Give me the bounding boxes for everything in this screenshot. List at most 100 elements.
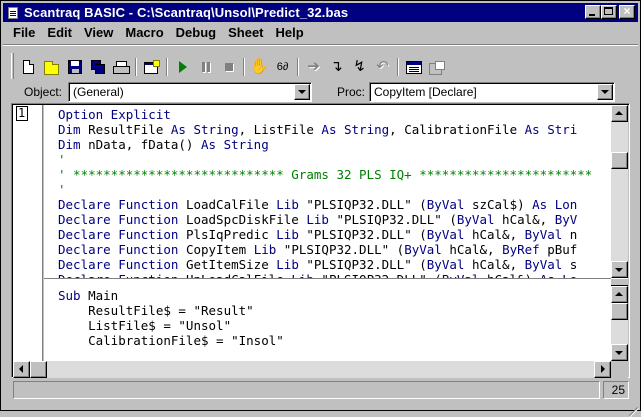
scrollbar-corner [611,361,628,378]
code-token: pBuf [539,242,578,257]
quick-watch-button[interactable]: 6∂ [271,56,294,78]
menu-sheet[interactable]: Sheet [222,24,269,42]
object-value: (General) [73,85,124,99]
main-window: Scantraq BASIC - C:\Scantraq\Unsol\Predi… [0,0,641,417]
scroll-thumb-horizontal[interactable] [30,361,47,378]
scroll-up-button[interactable] [611,286,628,303]
code-token: Lib [276,197,299,212]
code-line[interactable]: Dim nData, fData() As String [58,137,269,152]
user-dialog-button[interactable] [140,56,163,78]
save-all-button[interactable] [86,56,109,78]
object-dropdown[interactable]: (General) [68,82,312,102]
code-token: Dim [58,137,81,152]
pane-splitter[interactable] [44,278,611,286]
properties-button[interactable] [402,56,425,78]
menu-edit[interactable]: Edit [41,24,78,42]
code-line[interactable]: Sub Main [58,288,118,303]
code-line[interactable]: ' [58,182,66,197]
code-line[interactable]: Declare Function LoadSpcDiskFile Lib "PL… [58,212,577,227]
code-line[interactable]: ' **************************** Grams 32 … [58,167,592,182]
code-line[interactable]: Declare Function LoadCalFile Lib "PLSIQP… [58,197,577,212]
toggle-breakpoint-button[interactable]: ✋ [248,56,271,78]
app-document-icon[interactable] [6,6,20,20]
code-token: ResultFile [80,122,171,137]
split-box[interactable] [611,278,628,286]
code-token: LoadSpcDiskFile [178,212,307,227]
code-line[interactable]: Declare Function GetItemSize Lib "PLSIQP… [58,257,577,272]
code-token: , ListFile [238,122,322,137]
scroll-thumb-top[interactable] [611,152,628,169]
code-line[interactable]: ListFile$ = "Unsol" [58,318,231,333]
scroll-down-button[interactable] [611,261,628,278]
code-token: As String [201,137,269,152]
minimize-button[interactable] [585,5,601,19]
toolbar-separator [132,56,140,78]
title-bar[interactable]: Scantraq BASIC - C:\Scantraq\Unsol\Predi… [3,3,638,22]
code-line[interactable]: Dim ResultFile As String, ListFile As St… [58,122,577,137]
menu-help[interactable]: Help [270,24,310,42]
toggle-breakpoint-icon: ✋ [250,58,269,75]
toolbar-separator [240,56,248,78]
menu-file[interactable]: File [3,24,41,42]
code-token: LoadCalFile [178,197,277,212]
code-token: hCal&, [464,257,525,272]
code-token: Declare Function [58,257,179,272]
user-dialog-icon [143,60,160,74]
step-to-cursor-button[interactable]: ➔ [302,56,325,78]
horizontal-scrollbar[interactable] [13,361,611,378]
code-token: ' **************************** Grams 32 … [58,167,593,182]
code-line[interactable]: Declare Function CopyItem Lib "PLSIQP32.… [58,242,577,257]
open-button[interactable] [40,56,63,78]
run-button[interactable] [171,56,194,78]
pause-button[interactable] [194,56,217,78]
line-gutter: 1 [13,105,43,361]
step-into-button[interactable]: ↴ [325,56,348,78]
menu-view[interactable]: View [78,24,119,42]
scroll-thumb-bottom[interactable] [611,303,628,320]
code-token: Lib [276,257,299,272]
properties-icon [405,60,422,74]
code-token: ' [58,152,66,167]
vertical-scrollbar[interactable] [611,105,628,361]
step-over-button[interactable]: ↯ [348,56,371,78]
code-pane-top[interactable]: Option Explicit Dim ResultFile As String,… [44,105,611,278]
code-pane-bottom[interactable]: Sub Main ResultFile$ = "Result" ListFile… [44,286,611,361]
toolbar-grip[interactable] [11,53,14,79]
scroll-right-button[interactable] [594,361,611,378]
code-line[interactable]: CalibrationFile$ = "Insol" [58,333,284,348]
code-token: "PLSIQP32.DLL" ( [276,242,405,257]
toolbar: ✋ 6∂ ➔ ↴ ↯ ↶ [17,55,448,79]
step-into-icon: ↴ [330,58,343,75]
scroll-left-button[interactable] [13,361,30,378]
code-token: ListFile$ = "Unsol" [58,318,232,333]
code-area[interactable]: Option Explicit Dim ResultFile As String,… [44,105,611,361]
code-token: Declare Function [58,242,179,257]
menu-debug[interactable]: Debug [170,24,222,42]
maximize-button[interactable] [601,5,617,19]
code-line[interactable]: Option Explicit [58,107,171,122]
step-over-icon: ↯ [353,58,366,75]
print-button[interactable] [109,56,132,78]
open-file-icon [44,60,59,75]
new-button[interactable] [17,56,40,78]
object-proc-row: Object: (General) Proc: CopyItem [Declar… [1,81,640,103]
chevron-down-icon[interactable] [294,84,310,100]
stop-button[interactable] [217,56,240,78]
code-token: CopyItem [178,242,254,257]
save-button[interactable] [63,56,86,78]
step-out-button[interactable]: ↶ [371,56,394,78]
menu-macro[interactable]: Macro [119,24,169,42]
chevron-down-icon[interactable] [597,84,613,100]
scroll-up-button[interactable] [611,105,628,122]
code-line[interactable]: ' [58,152,66,167]
code-token: ByVal [456,212,495,227]
code-token: ByRef [502,242,540,257]
minimize-icon [589,14,595,16]
code-line[interactable]: ResultFile$ = "Result" [58,303,254,318]
object-browser-button[interactable] [425,56,448,78]
resize-grip-icon[interactable] [627,397,638,417]
code-line[interactable]: Declare Function PlsIqPredic Lib "PLSIQP… [58,227,577,242]
scroll-down-button[interactable] [611,344,628,361]
proc-dropdown[interactable]: CopyItem [Declare] [369,82,615,102]
close-button[interactable]: × [619,4,635,19]
